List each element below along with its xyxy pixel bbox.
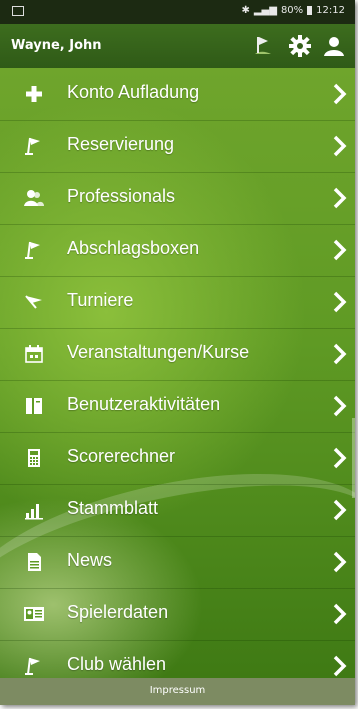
app-header: Wayne, John	[0, 24, 355, 68]
pennant-flag-icon	[24, 292, 44, 312]
user-profile-icon[interactable]	[322, 34, 346, 58]
menu-item-scorerechner[interactable]: Scorerechner	[0, 432, 355, 485]
clock: 12:12	[316, 5, 345, 16]
scroll-indicator[interactable]	[352, 418, 355, 498]
golf-flag-icon	[24, 136, 44, 156]
bar-chart-icon	[24, 500, 44, 520]
chevron-right-icon	[333, 395, 347, 417]
menu-item-label: Scorerechner	[67, 446, 176, 466]
menu-item-label: Turniere	[67, 290, 134, 310]
menu-item-benutzeraktivitaeten[interactable]: Benutzeraktivitäten	[0, 380, 355, 433]
menu-item-label: Reservierung	[67, 134, 175, 154]
golf-flag-icon	[24, 656, 44, 676]
menu-item-abschlagsboxen[interactable]: Abschlagsboxen	[0, 224, 355, 277]
chevron-right-icon	[333, 187, 347, 209]
phone-screen: ✱ ▂▄▆ 80% 12:12 Wayne, John Konto Auflad…	[0, 0, 355, 705]
chevron-right-icon	[333, 239, 347, 261]
menu-item-label: Spielerdaten	[67, 602, 169, 622]
user-name: Wayne, John	[11, 38, 102, 53]
battery-icon	[307, 6, 313, 15]
settings-gear-icon[interactable]	[288, 34, 312, 58]
chevron-right-icon	[333, 135, 347, 157]
menu-item-label: Abschlagsboxen	[67, 238, 200, 258]
calendar-icon	[24, 344, 44, 364]
calculator-icon	[24, 448, 44, 468]
document-icon	[24, 552, 44, 572]
chevron-right-icon	[333, 603, 347, 625]
golf-course-icon[interactable]	[250, 34, 274, 58]
menu-item-club-waehlen[interactable]: Club wählen	[0, 640, 355, 678]
main-menu: Konto Aufladung Reservierung Professiona…	[0, 68, 355, 678]
menu-item-label: News	[67, 550, 113, 570]
chevron-right-icon	[333, 291, 347, 313]
footer-bar: Impressum	[0, 678, 355, 705]
users-icon	[24, 188, 44, 208]
menu-item-professionals[interactable]: Professionals	[0, 172, 355, 225]
gallery-notification-icon	[12, 6, 24, 16]
menu-item-label: Stammblatt	[67, 498, 159, 518]
status-bar: ✱ ▂▄▆ 80% 12:12	[0, 0, 355, 24]
chevron-right-icon	[333, 447, 347, 469]
chevron-right-icon	[333, 343, 347, 365]
chevron-right-icon	[333, 499, 347, 521]
menu-item-turniere[interactable]: Turniere	[0, 276, 355, 329]
menu-item-label: Professionals	[67, 186, 176, 206]
book-icon	[24, 396, 44, 416]
golf-flag-icon	[24, 240, 44, 260]
id-card-icon	[24, 604, 44, 624]
menu-item-label: Veranstaltungen/Kurse	[67, 342, 250, 362]
battery-percent: 80%	[280, 5, 304, 16]
menu-item-reservierung[interactable]: Reservierung	[0, 120, 355, 173]
signal-icon: ▂▄▆	[253, 5, 277, 16]
menu-item-konto-aufladung[interactable]: Konto Aufladung	[0, 68, 355, 121]
chevron-right-icon	[333, 655, 347, 677]
impressum-link[interactable]: Impressum	[0, 685, 355, 696]
menu-item-news[interactable]: News	[0, 536, 355, 589]
menu-item-label: Club wählen	[67, 654, 167, 674]
bluetooth-icon: ✱	[241, 5, 250, 16]
chevron-right-icon	[333, 551, 347, 573]
chevron-right-icon	[333, 83, 347, 105]
menu-item-spielerdaten[interactable]: Spielerdaten	[0, 588, 355, 641]
menu-item-veranstaltungen-kurse[interactable]: Veranstaltungen/Kurse	[0, 328, 355, 381]
menu-item-label: Konto Aufladung	[67, 82, 200, 102]
plus-icon	[24, 84, 44, 104]
menu-item-label: Benutzeraktivitäten	[67, 394, 221, 414]
menu-item-stammblatt[interactable]: Stammblatt	[0, 484, 355, 537]
